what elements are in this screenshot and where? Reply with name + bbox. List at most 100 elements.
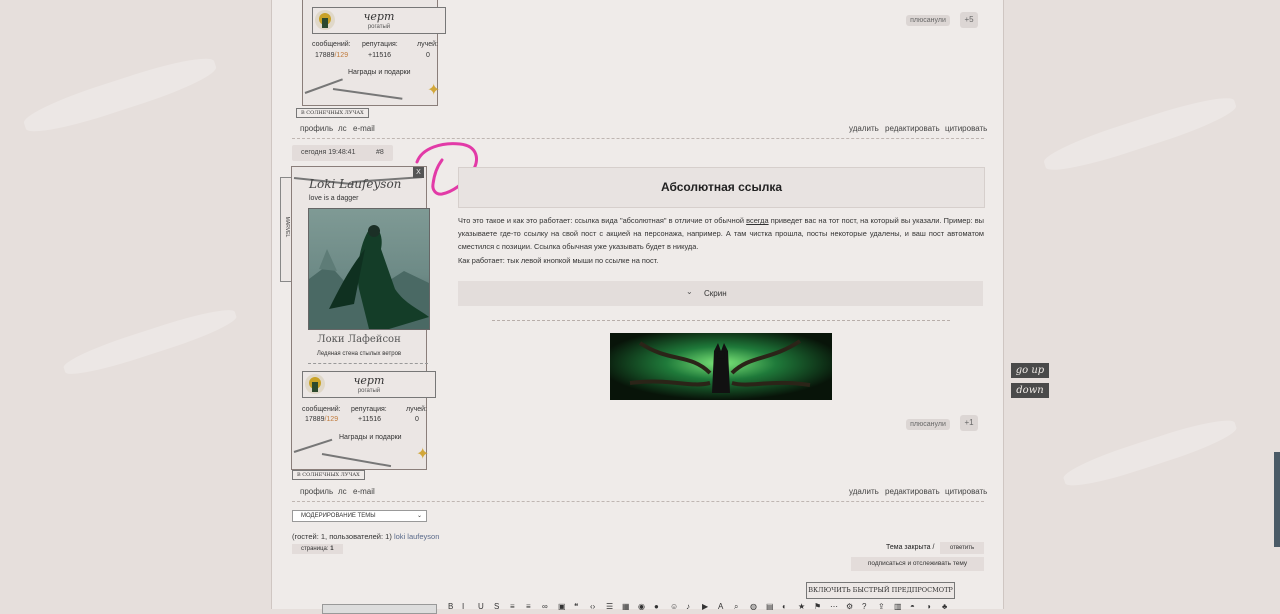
- star-tool-icon[interactable]: ★: [798, 602, 805, 611]
- star-icon: ✦: [427, 82, 441, 99]
- post-time: сегодня 19:48:41: [301, 149, 356, 156]
- strike-icon[interactable]: S: [494, 602, 499, 611]
- ru-subtitle: Ледяная стена стылых ветров: [316, 351, 402, 357]
- spoiler-icon[interactable]: ◉: [638, 602, 645, 611]
- toolbar-select[interactable]: [322, 604, 437, 614]
- page-number[interactable]: 1: [330, 546, 333, 552]
- ru-name: Локи Лафейсон: [317, 334, 401, 345]
- scrollbar-thumb[interactable]: [1274, 452, 1280, 547]
- subscribe-button[interactable]: подписаться и отслеживать тему: [851, 557, 984, 571]
- divider: [292, 501, 984, 502]
- pm-link[interactable]: лс: [338, 487, 347, 496]
- rank-box: черт рогатый: [312, 7, 446, 34]
- go-up-button[interactable]: go up: [1011, 363, 1049, 378]
- align-left-icon[interactable]: ≡: [510, 602, 515, 611]
- online-user-link[interactable]: loki laufeyson: [394, 532, 439, 541]
- image-icon[interactable]: ▣: [558, 602, 566, 611]
- sun-tag: В СОЛНЕЧНЫХ ЛУЧАХ: [292, 470, 365, 480]
- upload-icon[interactable]: ⇪: [878, 602, 885, 611]
- topic-closed: Тема закрыта /: [886, 544, 935, 551]
- spoiler-label: Скрин: [704, 289, 727, 298]
- link-icon[interactable]: ∞: [542, 602, 548, 611]
- branch-decoration: [332, 88, 403, 100]
- background-texture: [60, 302, 240, 382]
- smile-icon[interactable]: ☺: [670, 602, 678, 611]
- file-icon[interactable]: ▤: [766, 602, 774, 611]
- post-heading-box: Абсолютная ссылка: [458, 167, 985, 208]
- background-texture: [1040, 89, 1240, 179]
- reply-button[interactable]: ответить: [940, 542, 984, 554]
- delete-link[interactable]: удалить: [849, 487, 879, 496]
- branch-decoration: [321, 453, 392, 468]
- profile-link[interactable]: профиль: [300, 124, 333, 133]
- spoiler-toggle[interactable]: ⌄ Скрин: [458, 281, 983, 306]
- stats-label: лучей:: [406, 406, 427, 413]
- stats-label: репутация:: [351, 406, 387, 413]
- username[interactable]: Loki Laufeyson: [309, 177, 401, 191]
- star-icon: ✦: [416, 446, 430, 463]
- like-count-button[interactable]: +1: [960, 415, 978, 431]
- pm-link[interactable]: лс: [338, 124, 347, 133]
- italic-icon[interactable]: I: [462, 602, 464, 611]
- color-icon[interactable]: ●: [654, 602, 659, 611]
- background-texture: [1060, 412, 1240, 494]
- more-icon[interactable]: ⋯: [830, 602, 838, 611]
- help-icon[interactable]: ?: [862, 602, 866, 611]
- delete-link[interactable]: удалить: [849, 124, 879, 133]
- edit-link[interactable]: редактировать: [885, 487, 940, 496]
- stats-label: сообщений:: [312, 41, 351, 48]
- underline-icon[interactable]: U: [478, 602, 484, 611]
- settings-icon[interactable]: ⚙: [846, 602, 853, 611]
- email-link[interactable]: e-mail: [353, 124, 375, 133]
- preview-icon[interactable]: ◑: [926, 602, 931, 611]
- quote-link[interactable]: цитировать: [945, 487, 987, 496]
- banner-image: [610, 333, 832, 400]
- list-icon[interactable]: ☰: [606, 602, 613, 611]
- profile-link[interactable]: профиль: [300, 487, 333, 496]
- quote-link[interactable]: цитировать: [945, 124, 987, 133]
- moderation-select[interactable]: МОДЕРИРОВАНИЕ ТЕМЫ ⌄: [292, 510, 427, 522]
- like-label: плюсанули: [906, 15, 950, 26]
- rank-subtitle: рогатый: [367, 24, 391, 30]
- post-number[interactable]: #8: [376, 149, 384, 156]
- profile-card: X Loki Laufeyson love is a dagger Локи Л…: [291, 166, 436, 470]
- email-link[interactable]: e-mail: [353, 487, 375, 496]
- quick-preview-button[interactable]: ВКЛЮЧИТЬ БЫСТРЫЙ ПРЕДПРОСМОТР: [806, 582, 955, 599]
- edit-link[interactable]: редактировать: [885, 124, 940, 133]
- poll-icon[interactable]: ▥: [894, 602, 902, 611]
- search-icon[interactable]: ⌕: [734, 602, 738, 612]
- background-texture: [20, 49, 220, 141]
- rank-title: черт: [353, 374, 385, 387]
- globe-icon[interactable]: ◍: [750, 602, 757, 611]
- quote-icon[interactable]: ❝: [574, 602, 578, 611]
- divider: [292, 138, 984, 139]
- avatar-image: [308, 208, 430, 330]
- hide-icon[interactable]: ◓: [910, 602, 915, 611]
- awards-link[interactable]: Награды и подарки: [339, 434, 402, 441]
- font-icon[interactable]: A: [718, 602, 723, 611]
- user-icon[interactable]: ◐: [782, 602, 787, 611]
- avatar-illustration: [309, 225, 429, 329]
- branch-decoration: [293, 438, 333, 453]
- stats-label: сообщений:: [302, 406, 341, 413]
- forum-container: черт рогатый сообщений: репутация: лучей…: [271, 0, 1004, 614]
- go-down-button[interactable]: down: [1011, 383, 1049, 398]
- post-heading: Абсолютная ссылка: [660, 180, 783, 194]
- rank-box: черт рогатый: [302, 371, 436, 398]
- awards-link[interactable]: Награды и подарки: [348, 69, 411, 76]
- flag-icon[interactable]: ⚑: [814, 602, 821, 611]
- bold-icon[interactable]: B: [448, 602, 453, 611]
- music-icon[interactable]: ♪: [686, 602, 690, 611]
- table-icon[interactable]: ▦: [622, 602, 630, 611]
- align-center-icon[interactable]: ≡: [526, 602, 531, 611]
- tree-icon[interactable]: ♣: [942, 602, 947, 611]
- stats-label: лучей:: [417, 41, 438, 48]
- like-count-button[interactable]: +5: [960, 12, 978, 28]
- divider: [492, 320, 950, 321]
- message-count: 17889/129: [305, 416, 339, 423]
- video-icon[interactable]: ▶: [702, 602, 708, 611]
- code-icon[interactable]: ‹›: [590, 602, 595, 611]
- post-paragraph: Что это такое и как это работает: ссылка…: [458, 216, 984, 251]
- chevron-down-icon: ⌄: [416, 513, 422, 519]
- reputation-value: +11516: [368, 52, 392, 59]
